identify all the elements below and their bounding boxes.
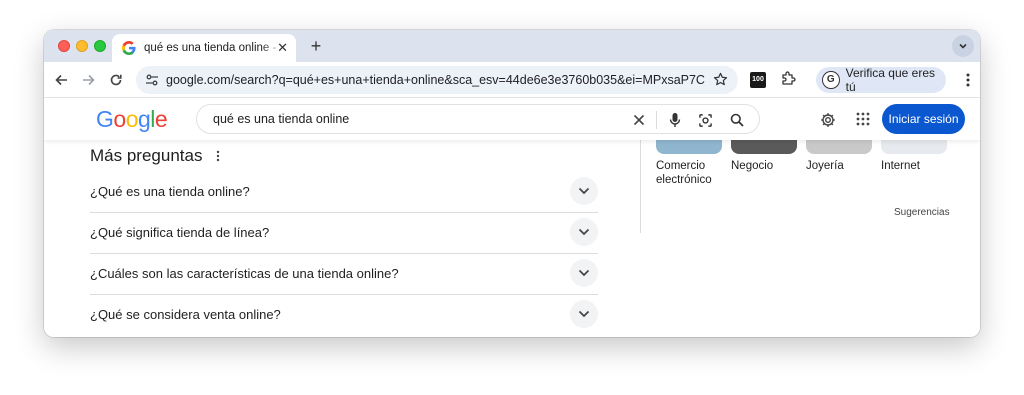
search-box[interactable]: qué es una tienda online [196,104,760,134]
tab-close-icon[interactable]: ✕ [277,40,288,56]
faq-question: ¿Qué es una tienda online? [90,184,250,199]
related-label[interactable]: Comercio electrónico [656,159,712,187]
logo-letter: o [113,106,126,132]
verify-label: Verifica que eres tú [845,66,936,94]
chevron-down-icon [578,187,590,195]
chevron-down-icon [578,228,590,236]
close-icon [633,114,645,126]
related-thumbnail[interactable] [881,140,947,154]
logo-letter: g [137,106,151,132]
google-header: Google qué es una tienda online Iniciar … [44,98,980,140]
faq-question: ¿Qué se considera venta online? [90,307,281,322]
more-options-icon[interactable] [216,150,220,162]
extensions-puzzle-icon[interactable] [780,71,796,87]
faq-item[interactable]: ¿Qué significa tienda de línea? [90,213,598,254]
bookmark-star-icon[interactable] [713,72,728,87]
more-questions-title: Más preguntas [90,146,203,165]
google-favicon-icon [122,41,136,55]
minimize-window-button[interactable] [76,40,88,52]
faq-item[interactable]: ¿Qué se considera venta online? [90,295,598,336]
reload-button[interactable] [106,70,126,90]
google-apps-icon[interactable] [856,112,870,126]
feedback-link[interactable]: Sugerencias [894,207,950,218]
microphone-icon [669,113,681,127]
profile-badge-icon: G [822,71,840,89]
tab-strip: qué es una tienda online - Bu ✕ + [44,30,980,62]
faq-item[interactable]: ¿Cuáles son las características de una t… [90,254,598,295]
faq-question: ¿Qué significa tienda de línea? [90,225,270,240]
chevron-down-icon [578,310,590,318]
chevron-down-icon [578,269,590,277]
settings-gear-icon[interactable] [820,112,836,128]
camera-lens-icon [698,113,712,127]
expand-button[interactable] [570,300,598,328]
related-thumbnail[interactable] [806,140,872,154]
related-label[interactable]: Joyería [806,159,844,173]
related-thumbnail[interactable] [731,140,797,154]
expand-button[interactable] [570,177,598,205]
browser-toolbar: google.com/search?q=qué+es+una+tienda+on… [44,62,980,98]
tab-active[interactable]: qué es una tienda online - Bu ✕ [112,34,296,62]
expand-button[interactable] [570,259,598,287]
logo-letter: e [154,106,168,132]
tab-title: qué es una tienda online - Bu [144,42,282,54]
expand-button[interactable] [570,218,598,246]
sign-in-button[interactable]: Iniciar sesión [882,104,965,134]
faq-item[interactable]: ¿Qué es una tienda online? [90,172,598,213]
arrow-left-icon [55,74,67,86]
forward-button[interactable] [78,70,98,90]
url-host: google.com [166,73,231,87]
verify-identity-button[interactable]: G Verifica que eres tú [816,66,946,94]
reload-icon [110,74,122,86]
faq-question: ¿Cuáles son las características de una t… [90,266,399,281]
browser-menu-icon[interactable] [966,72,970,88]
voice-search-button[interactable] [667,112,683,128]
browser-window: qué es una tienda online - Bu ✕ + google… [44,30,980,337]
chevron-down-icon [959,43,967,49]
related-label[interactable]: Negocio [731,159,773,173]
site-info-button[interactable] [138,66,166,94]
url-text: google.com/search?q=qué+es+una+tienda+on… [166,73,706,87]
logo-letter: o [125,106,139,132]
logo-letter: G [96,106,114,132]
related-label-line: electrónico [656,174,712,186]
extension-100-icon[interactable]: 100 [750,72,766,88]
url-path: /search?q=qué+es+una+tienda+online&sca_e… [230,73,706,87]
related-thumbnail[interactable] [656,140,722,154]
search-results: Más preguntas ¿Qué es una tienda online?… [44,140,980,337]
new-tab-button[interactable]: + [304,34,328,58]
search-divider [656,111,657,129]
address-bar[interactable]: google.com/search?q=qué+es+una+tienda+on… [136,66,738,94]
column-divider [640,140,641,233]
tab-search-button[interactable] [952,35,974,57]
tune-icon [146,74,158,86]
arrow-right-icon [83,74,95,86]
search-icon [730,113,744,127]
back-button[interactable] [52,70,72,90]
close-window-button[interactable] [58,40,70,52]
clear-search-button[interactable] [631,112,647,128]
maximize-window-button[interactable] [94,40,106,52]
related-label[interactable]: Internet [881,159,920,173]
lens-search-button[interactable] [697,112,713,128]
search-submit-button[interactable] [729,112,745,128]
google-logo[interactable]: Google [96,106,168,133]
related-label-line: Comercio [656,160,706,172]
